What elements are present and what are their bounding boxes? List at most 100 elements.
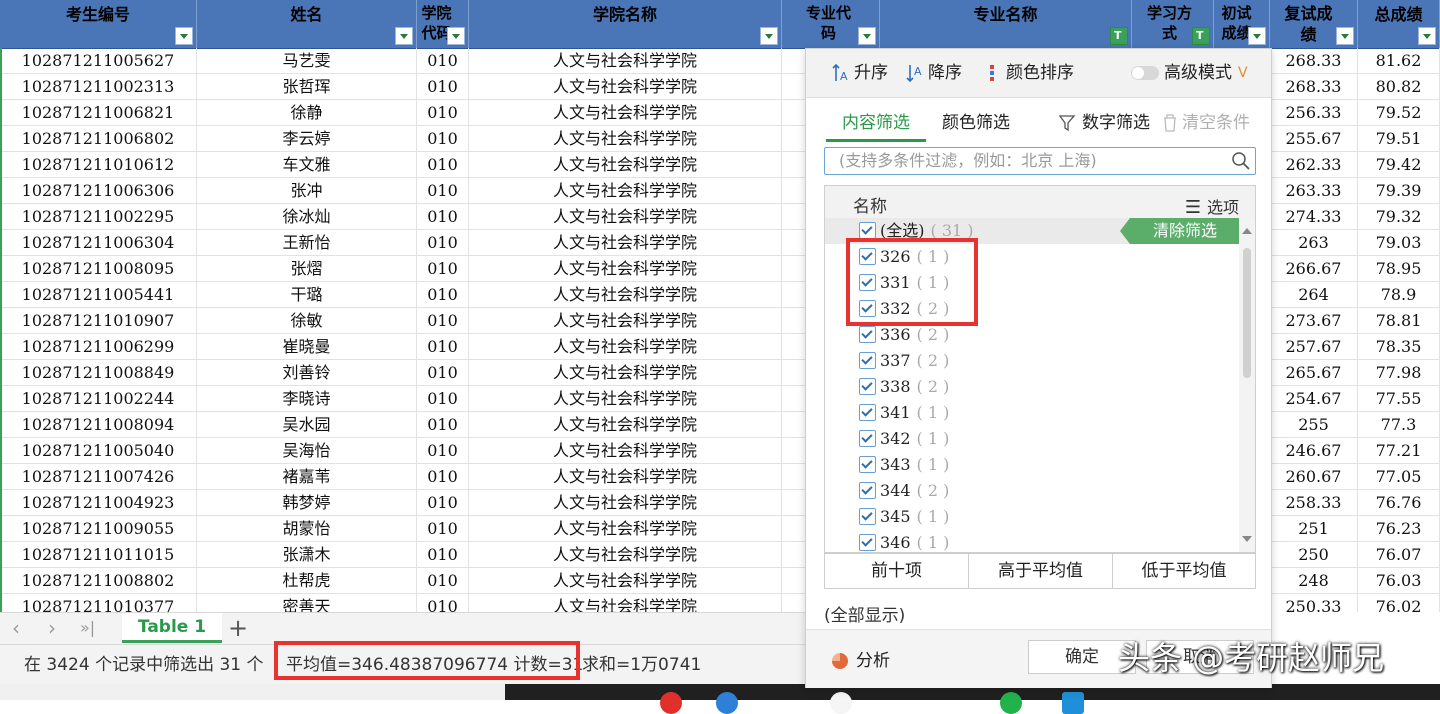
cell-name[interactable]: 干璐 [197, 282, 417, 308]
app-icon[interactable] [1062, 692, 1084, 714]
next-sheet-icon[interactable]: › [48, 617, 56, 639]
list-item[interactable]: 342 ( 1 ) [859, 426, 949, 452]
cell-id[interactable]: 102871211006299 [0, 334, 197, 360]
header-major-code[interactable]: 专业代码 [782, 0, 880, 48]
cell-retest[interactable]: 266.67 [1270, 256, 1358, 282]
cell-total[interactable]: 79.52 [1358, 100, 1440, 126]
cell-name[interactable]: 马艺雯 [197, 48, 417, 74]
list-item-select-all[interactable]: (全选) ( 31 ) 清除筛选 [825, 218, 1239, 244]
cell-total[interactable]: 77.55 [1358, 386, 1440, 412]
list-item[interactable]: 336 ( 2 ) [859, 322, 949, 348]
cell-college[interactable]: 人文与社会科学学院 [469, 464, 782, 490]
cell-id[interactable]: 102871211008802 [0, 568, 197, 594]
cell-code[interactable]: 010 [417, 438, 469, 464]
cell-retest[interactable]: 268.33 [1270, 48, 1358, 74]
list-item[interactable]: 326 ( 1 ) [859, 244, 949, 270]
cell-code[interactable]: 010 [417, 542, 469, 568]
cell-total[interactable]: 79.32 [1358, 204, 1440, 230]
filter-dropdown-button[interactable] [447, 27, 465, 45]
cell-id[interactable]: 102871211002313 [0, 74, 197, 100]
header-major-name[interactable]: 专业名称 T [880, 0, 1132, 48]
header-prelim-score[interactable]: 初试成绩 [1214, 0, 1270, 48]
cell-code[interactable]: 010 [417, 308, 469, 334]
cell-name[interactable]: 褚嘉苇 [197, 464, 417, 490]
cell-id[interactable]: 102871211010612 [0, 152, 197, 178]
cell-code[interactable]: 010 [417, 282, 469, 308]
cell-total[interactable]: 77.05 [1358, 464, 1440, 490]
cell-retest[interactable]: 274.33 [1270, 204, 1358, 230]
cell-college[interactable]: 人文与社会科学学院 [469, 542, 782, 568]
cell-id[interactable]: 102871211005441 [0, 282, 197, 308]
cell-college[interactable]: 人文与社会科学学院 [469, 178, 782, 204]
active-filter-button[interactable]: T [1192, 27, 1210, 45]
cell-college[interactable]: 人文与社会科学学院 [469, 438, 782, 464]
cell-code[interactable]: 010 [417, 152, 469, 178]
cell-total[interactable]: 77.3 [1358, 412, 1440, 438]
cell-college[interactable]: 人文与社会科学学院 [469, 126, 782, 152]
search-icon[interactable] [1231, 151, 1251, 171]
cell-code[interactable]: 010 [417, 490, 469, 516]
cell-name[interactable]: 吴水园 [197, 412, 417, 438]
cell-retest[interactable]: 257.67 [1270, 334, 1358, 360]
app-icon[interactable] [1000, 692, 1022, 714]
cell-college[interactable]: 人文与社会科学学院 [469, 230, 782, 256]
list-item[interactable]: 345 ( 1 ) [859, 504, 949, 530]
checkbox-checked-icon[interactable] [859, 274, 876, 291]
cell-id[interactable]: 102871211006306 [0, 178, 197, 204]
cell-total[interactable]: 79.42 [1358, 152, 1440, 178]
cell-code[interactable]: 010 [417, 74, 469, 100]
cell-total[interactable]: 79.39 [1358, 178, 1440, 204]
cell-retest[interactable]: 263 [1270, 230, 1358, 256]
cell-total[interactable]: 81.62 [1358, 48, 1440, 74]
cell-retest[interactable]: 254.67 [1270, 386, 1358, 412]
cell-name[interactable]: 李云婷 [197, 126, 417, 152]
app-icon[interactable] [660, 692, 682, 714]
cell-college[interactable]: 人文与社会科学学院 [469, 386, 782, 412]
cell-id[interactable]: 102871211007426 [0, 464, 197, 490]
show-all-link[interactable]: (全部显示) [824, 601, 905, 626]
cell-name[interactable]: 崔晓曼 [197, 334, 417, 360]
number-filter-button[interactable]: 数字筛选 [1058, 111, 1150, 135]
cell-id[interactable]: 102871211010907 [0, 308, 197, 334]
cell-retest[interactable]: 273.67 [1270, 308, 1358, 334]
cell-name[interactable]: 李晓诗 [197, 386, 417, 412]
cell-retest[interactable]: 256.33 [1270, 100, 1358, 126]
cell-id[interactable]: 102871211011015 [0, 542, 197, 568]
list-item[interactable]: 346 ( 1 ) [859, 530, 949, 552]
scroll-up-icon[interactable] [1242, 228, 1252, 234]
cell-name[interactable]: 吴海怡 [197, 438, 417, 464]
list-item[interactable]: 343 ( 1 ) [859, 452, 949, 478]
cell-retest[interactable]: 268.33 [1270, 74, 1358, 100]
cell-college[interactable]: 人文与社会科学学院 [469, 48, 782, 74]
tab-content-filter[interactable]: 内容筛选 [826, 111, 926, 142]
cell-retest[interactable]: 250 [1270, 542, 1358, 568]
checkbox-checked-icon[interactable] [859, 482, 876, 499]
header-college-name[interactable]: 学院名称 [469, 0, 782, 48]
cell-total[interactable]: 78.9 [1358, 282, 1440, 308]
scroll-down-icon[interactable] [1242, 536, 1252, 542]
cell-college[interactable]: 人文与社会科学学院 [469, 594, 782, 612]
below-average-button[interactable]: 低于平均值 [1113, 554, 1255, 588]
cell-id[interactable]: 102871211006821 [0, 100, 197, 126]
list-item[interactable]: 332 ( 2 ) [859, 296, 949, 322]
list-options-button[interactable]: ☰ 选项 [1185, 194, 1239, 218]
cell-college[interactable]: 人文与社会科学学院 [469, 360, 782, 386]
cell-id[interactable]: 102871211005627 [0, 48, 197, 74]
app-icon[interactable] [830, 692, 852, 714]
checkbox-checked-icon[interactable] [859, 534, 876, 551]
cell-name[interactable]: 王新怡 [197, 230, 417, 256]
checkbox-checked-icon[interactable] [859, 248, 876, 265]
header-study-mode[interactable]: 学习方式 T [1132, 0, 1214, 48]
cell-college[interactable]: 人文与社会科学学院 [469, 282, 782, 308]
checkbox-checked-icon[interactable] [859, 378, 876, 395]
top-ten-button[interactable]: 前十项 [825, 554, 969, 588]
cell-name[interactable]: 张哲珲 [197, 74, 417, 100]
filter-dropdown-button[interactable] [858, 27, 876, 45]
filter-dropdown-button[interactable] [1336, 27, 1354, 45]
cell-total[interactable]: 78.35 [1358, 334, 1440, 360]
cell-code[interactable]: 010 [417, 386, 469, 412]
cell-retest[interactable]: 263.33 [1270, 178, 1358, 204]
cell-total[interactable]: 77.21 [1358, 438, 1440, 464]
cell-name[interactable]: 密善天 [197, 594, 417, 612]
cell-id[interactable]: 102871211006802 [0, 126, 197, 152]
